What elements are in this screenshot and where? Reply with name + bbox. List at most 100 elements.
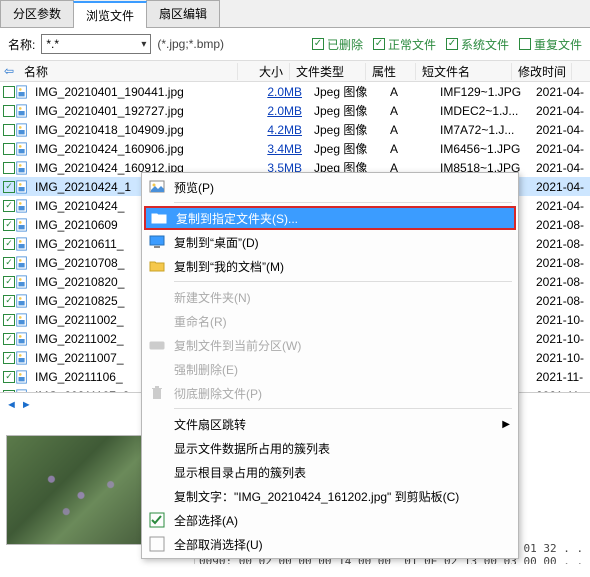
table-row[interactable]: ✓ IMG_20210401_190441.jpg 2.0MB Jpeg 图像 … — [0, 82, 590, 101]
row-checkbox[interactable]: ✓ — [3, 86, 15, 98]
filter-check-1[interactable]: ✓正常文件 — [373, 36, 436, 53]
file-icon — [15, 199, 29, 213]
blank-icon — [148, 463, 166, 481]
menu-label: 强制删除(E) — [174, 361, 498, 378]
menu-label: 重命名(R) — [174, 313, 498, 330]
tab-browse-files[interactable]: 浏览文件 — [73, 1, 147, 28]
file-name: IMG_20210424_160906.jpg — [29, 142, 256, 156]
filter-check-0[interactable]: ✓已删除 — [312, 36, 363, 53]
filter-check-2[interactable]: ✓系统文件 — [446, 36, 509, 53]
filter-bar: 名称: *.* ▾ (*.jpg;*.bmp) ✓已删除 ✓正常文件 ✓系统文件 重复… — [0, 28, 590, 60]
nav-right-icon[interactable]: ► — [21, 399, 32, 411]
col-attr[interactable]: 属性 — [366, 63, 416, 80]
file-attr: A — [384, 123, 434, 137]
col-mtime[interactable]: 修改时间 — [512, 63, 572, 80]
file-size[interactable]: 2.0MB — [256, 85, 308, 99]
row-checkbox[interactable]: ✓ — [3, 162, 15, 174]
file-type: Jpeg 图像 — [308, 83, 384, 100]
menu-item: 重命名(R) — [144, 309, 516, 333]
table-header: ⇦ 名称 大小 文件类型 属性 短文件名 修改时间 — [0, 60, 590, 82]
file-icon — [15, 294, 29, 308]
row-checkbox[interactable]: ✓ — [3, 143, 15, 155]
folder-copy-icon — [150, 209, 168, 227]
menu-label: 复制文件到当前分区(W) — [174, 337, 498, 354]
thumbnail-image — [6, 435, 156, 545]
menu-item[interactable]: 全部取消选择(U) — [144, 532, 516, 556]
col-size[interactable]: 大小 — [238, 63, 290, 80]
row-checkbox[interactable]: ✓ — [3, 124, 15, 136]
tabs-bar: 分区参数 浏览文件 扇区编辑 — [0, 0, 590, 28]
menu-item[interactable]: 复制到“桌面”(D) — [144, 230, 516, 254]
preview-icon — [148, 178, 166, 196]
tab-sector-edit[interactable]: 扇区编辑 — [146, 0, 220, 27]
table-row[interactable]: ✓ IMG_20210418_104909.jpg 4.2MB Jpeg 图像 … — [0, 120, 590, 139]
file-size[interactable]: 2.0MB — [256, 104, 308, 118]
file-mtime: 2021-08- — [530, 218, 590, 232]
row-checkbox[interactable]: ✓ — [3, 200, 15, 212]
name-filter-value: *.* — [46, 37, 141, 51]
row-checkbox[interactable]: ✓ — [3, 390, 15, 393]
menu-label: 彻底删除文件(P) — [174, 385, 498, 402]
col-name[interactable]: 名称 — [18, 63, 238, 80]
file-mtime: 2021-04- — [530, 180, 590, 194]
row-checkbox[interactable]: ✓ — [3, 219, 15, 231]
file-attr: A — [384, 142, 434, 156]
row-checkbox[interactable]: ✓ — [3, 181, 15, 193]
menu-label: 全部取消选择(U) — [174, 536, 498, 553]
menu-item[interactable]: 预览(P) — [144, 175, 516, 199]
row-checkbox[interactable]: ✓ — [3, 314, 15, 326]
row-checkbox[interactable]: ✓ — [3, 105, 15, 117]
file-size[interactable]: 3.4MB — [256, 142, 308, 156]
blank-icon — [148, 360, 166, 378]
folder-yellow-icon — [148, 257, 166, 275]
menu-item[interactable]: 显示文件数据所占用的簇列表 — [144, 436, 516, 460]
nav-back-icon[interactable]: ⇦ — [0, 64, 18, 78]
row-checkbox[interactable]: ✓ — [3, 276, 15, 288]
file-size[interactable]: 4.2MB — [256, 123, 308, 137]
file-mtime: 2021-10- — [530, 313, 590, 327]
menu-item[interactable]: 复制文字："IMG_20210424_161202.jpg" 到剪贴板(C) — [144, 484, 516, 508]
col-short[interactable]: 短文件名 — [416, 63, 512, 80]
menu-item: 复制文件到当前分区(W) — [144, 333, 516, 357]
menu-label: 复制到指定文件夹(S)... — [176, 210, 496, 227]
row-checkbox[interactable]: ✓ — [3, 371, 15, 383]
name-filter-label: 名称: — [8, 36, 35, 53]
checkbox-label: 重复文件 — [534, 36, 582, 53]
row-checkbox[interactable]: ✓ — [3, 257, 15, 269]
menu-item: 强制删除(E) — [144, 357, 516, 381]
menu-item[interactable]: 复制到“我的文档”(M) — [144, 254, 516, 278]
check-green-icon — [148, 511, 166, 529]
file-icon — [15, 275, 29, 289]
file-mtime: 2021-08- — [530, 237, 590, 251]
file-attr: A — [384, 85, 434, 99]
row-checkbox[interactable]: ✓ — [3, 238, 15, 250]
menu-label: 显示文件数据所占用的簇列表 — [174, 440, 498, 457]
table-row[interactable]: ✓ IMG_20210424_160906.jpg 3.4MB Jpeg 图像 … — [0, 139, 590, 158]
ext-hint: (*.jpg;*.bmp) — [157, 37, 224, 51]
table-row[interactable]: ✓ IMG_20210401_192727.jpg 2.0MB Jpeg 图像 … — [0, 101, 590, 120]
menu-item[interactable]: 显示根目录占用的簇列表 — [144, 460, 516, 484]
file-icon — [15, 104, 29, 118]
menu-item[interactable]: 全部选择(A) — [144, 508, 516, 532]
file-icon — [15, 85, 29, 99]
file-mtime: 2021-04- — [530, 161, 590, 175]
file-mtime: 2021-11- — [530, 370, 590, 384]
col-type[interactable]: 文件类型 — [290, 63, 366, 80]
nav-left-icon[interactable]: ◄ — [6, 399, 17, 411]
file-mtime: 2021-04- — [530, 199, 590, 213]
file-icon — [15, 161, 29, 175]
name-filter-combo[interactable]: *.* ▾ — [41, 34, 151, 54]
row-checkbox[interactable]: ✓ — [3, 295, 15, 307]
menu-item[interactable]: 文件扇区跳转 ▶ — [144, 412, 516, 436]
file-mtime: 2021-08- — [530, 256, 590, 270]
row-checkbox[interactable]: ✓ — [3, 333, 15, 345]
file-shortname: IMF129~1.JPG — [434, 85, 530, 99]
tab-partition-params[interactable]: 分区参数 — [0, 0, 74, 27]
row-checkbox[interactable]: ✓ — [3, 352, 15, 364]
menu-label: 复制到“桌面”(D) — [174, 234, 498, 251]
filter-check-3[interactable]: 重复文件 — [519, 36, 582, 53]
menu-label: 显示根目录占用的簇列表 — [174, 464, 498, 481]
menu-label: 复制到“我的文档”(M) — [174, 258, 498, 275]
menu-item[interactable]: 复制到指定文件夹(S)... — [144, 206, 516, 230]
file-icon — [15, 389, 29, 393]
